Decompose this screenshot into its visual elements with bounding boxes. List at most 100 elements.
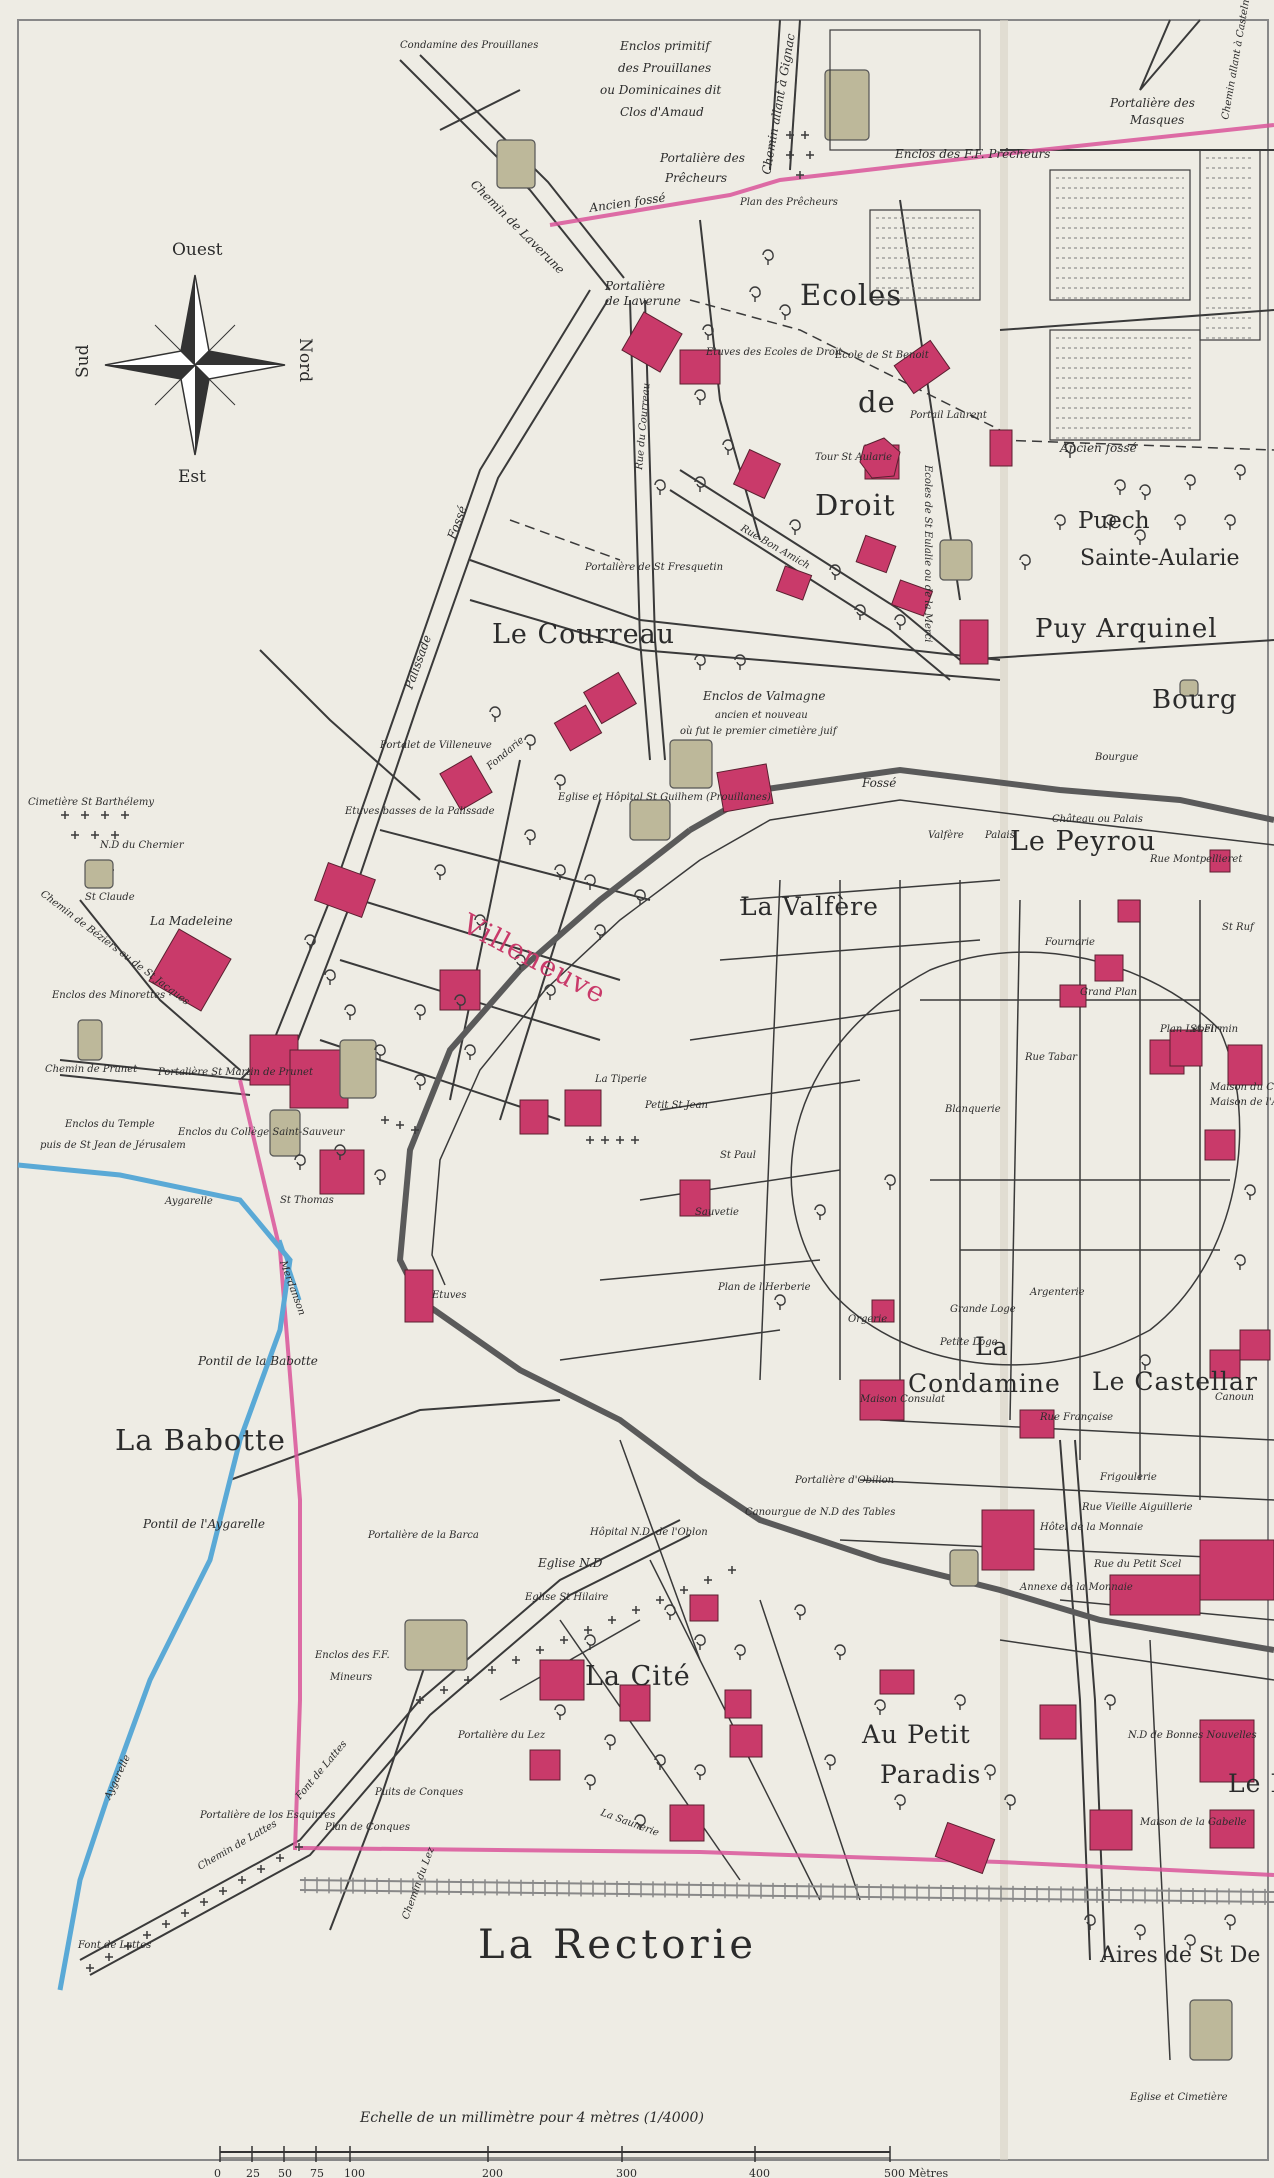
church-4 <box>339 1039 377 1099</box>
label-portaliere-obilion: Portalière d'Obilion <box>794 1475 894 1486</box>
building-4 <box>989 429 1013 467</box>
label-bourgue: Bourgue <box>1094 752 1138 763</box>
label-tiperie: La Tiperie <box>594 1074 647 1085</box>
label-blanquerie: Blanquerie <box>944 1104 1001 1115</box>
label-hotel-monnaie: Hôtel de la Monnaie <box>1039 1522 1143 1533</box>
church-8 <box>404 1619 468 1671</box>
compass-west: Ouest <box>172 240 223 260</box>
map: Ouest Est Sud Nord Ecoles de Droit Puech… <box>0 0 1274 2178</box>
label-condamine-prouillanes: Condamine des Prouillanes <box>400 40 538 51</box>
building-19 <box>564 1089 602 1127</box>
scale-tick-label: 50 <box>278 2167 292 2178</box>
label-eglise-nd: Eglise N.D <box>537 1556 603 1570</box>
scale-tick-label: 0 <box>214 2167 221 2178</box>
label-hopital-nd: Hôpital N.D. de l'Oblon <box>589 1527 708 1538</box>
compass-north: Nord <box>295 338 315 382</box>
building-18 <box>319 1149 365 1195</box>
label-portaliere-precheurs-1: Portalière des <box>659 151 745 165</box>
scale-tick-label: 500 Mètres <box>884 2167 948 2178</box>
church-1 <box>496 139 536 189</box>
district-droit: Droit <box>815 488 896 522</box>
label-rue-montpelliaret: Rue Montpellieret <box>1149 854 1243 865</box>
scale-tick-label: 75 <box>310 2167 324 2178</box>
district-puy-arquinel: Puy Arquinel <box>1035 614 1218 644</box>
label-eglise-cimetiere: Eglise et Cimetière <box>1129 2092 1228 2103</box>
label-enclos-college: Enclos du Collège Saint-Sauveur <box>177 1127 345 1138</box>
building-50 <box>1117 899 1141 923</box>
map-canvas: Ouest Est Sud Nord Ecoles de Droit Puech… <box>0 0 1274 2178</box>
label-etuves-basses: Etuves basses de la Palissade <box>344 806 495 817</box>
scale-tick-label: 400 <box>749 2167 770 2178</box>
building-34 <box>1039 1704 1077 1740</box>
label-enclos-temple-2: puis de St Jean de Jérusalem <box>40 1140 186 1151</box>
label-enclos-primitif-1: Enclos primitif <box>619 39 712 53</box>
label-palais-vf: Palais <box>984 830 1015 841</box>
church-3 <box>629 799 671 841</box>
building-42 <box>729 1724 763 1758</box>
label-enclos-valmagne-2: ancien et nouveau <box>715 710 808 721</box>
label-plan-lebel: Plan Lebel <box>1159 1024 1214 1035</box>
building-27 <box>1204 1129 1236 1161</box>
label-portaliere-st-martin: Portalière St Martin de Prunet <box>157 1067 314 1078</box>
label-annexe-monnaie: Annexe de la Monnaie <box>1019 1582 1133 1593</box>
district-le-e: Le E <box>1228 1769 1274 1798</box>
building-40 <box>689 1594 719 1622</box>
fold-crease <box>1000 20 1008 2160</box>
label-portaliere-lez: Portalière du Lez <box>457 1730 546 1741</box>
label-portail-laurent: Portail Laurent <box>909 410 988 421</box>
label-enclos-ff-precheurs: Enclos des F.F. Prêcheurs <box>894 147 1050 161</box>
district-la-babotte: La Babotte <box>115 1423 286 1457</box>
district-bourg: Bourg <box>1152 685 1238 715</box>
label-portaliere-barca: Portalière de la Barca <box>367 1530 479 1541</box>
district-sainte-aularie: Sainte-Aularie <box>1080 546 1239 571</box>
label-grand-plan: Grand Plan <box>1080 987 1137 998</box>
label-eglise-st-hilaire: Eglise St Hilaire <box>524 1592 608 1603</box>
label-petite-loge: Petite Loge <box>939 1337 998 1348</box>
label-nd-chernier: N.D du Chernier <box>99 840 185 851</box>
label-enclos-primitif-4: Clos d'Amaud <box>620 105 704 119</box>
building-37 <box>1209 1809 1255 1849</box>
building-39 <box>879 1669 915 1695</box>
church-7 <box>77 1019 103 1061</box>
label-etuves-jues: Etuves <box>431 1290 466 1301</box>
building-36 <box>1089 1809 1133 1851</box>
label-pontil-aygarelle: Pontil de l'Aygarelle <box>142 1517 265 1531</box>
label-canourgue: Canourgue de N.D des Tables <box>745 1507 895 1518</box>
building-17 <box>289 1049 349 1109</box>
building-45 <box>529 1749 561 1781</box>
building-26 <box>1227 1044 1263 1086</box>
label-st-claude: St Claude <box>85 892 135 903</box>
district-au-petit: Au Petit <box>861 1720 971 1749</box>
building-48 <box>439 969 481 1011</box>
building-25 <box>1169 1029 1203 1067</box>
label-canoun: Canoun <box>1215 1392 1254 1403</box>
label-ancien-fosse-2: Ancien fossé <box>1059 441 1137 455</box>
label-argenterie: Argenterie <box>1029 1287 1085 1298</box>
label-pontil-babotte: Pontil de la Babotte <box>197 1354 318 1368</box>
label-frigoulerie: Frigoulerie <box>1099 1472 1157 1483</box>
label-tour-st-aularie: Tour St Aularie <box>815 452 892 463</box>
label-aygarelle: Aygarelle <box>164 1196 213 1207</box>
label-petit-st-jean: Petit St Jean <box>644 1100 708 1111</box>
church-0 <box>824 69 870 141</box>
label-eglise-st-guilhem: Eglise et Hôpital St Guilhem (Prouillane… <box>557 792 771 803</box>
building-46 <box>669 1804 705 1842</box>
label-st-ruf: St Ruf <box>1222 922 1256 933</box>
compass-east: Est <box>178 467 206 487</box>
label-portaliere-masques-2: Masques <box>1129 113 1184 127</box>
label-portaliere-laverune-1: Portalière <box>604 279 665 293</box>
label-valfere-street: Valfère <box>928 830 964 841</box>
building-41 <box>724 1689 752 1719</box>
label-fosse-2: Fossé <box>861 776 896 790</box>
district-la-rectorie: La Rectorie <box>478 1922 757 1968</box>
building-47 <box>519 1099 549 1135</box>
label-enclos-ff-mineurs-2: Mineurs <box>329 1672 372 1683</box>
label-enclos-ff-mineurs-1: Enclos des F.F. <box>314 1650 390 1661</box>
church-6 <box>84 859 114 889</box>
scale-tick-label: 100 <box>344 2167 365 2178</box>
building-33 <box>1199 1539 1274 1601</box>
label-ecole-st-benoit: Ecole de St Benoit <box>834 350 930 361</box>
district-ecoles: Ecoles <box>800 278 902 312</box>
label-rue-vieille-aiguillerie: Rue Vieille Aiguillerie <box>1081 1502 1193 1513</box>
label-portaliere-masques-1: Portalière des <box>1109 96 1195 110</box>
